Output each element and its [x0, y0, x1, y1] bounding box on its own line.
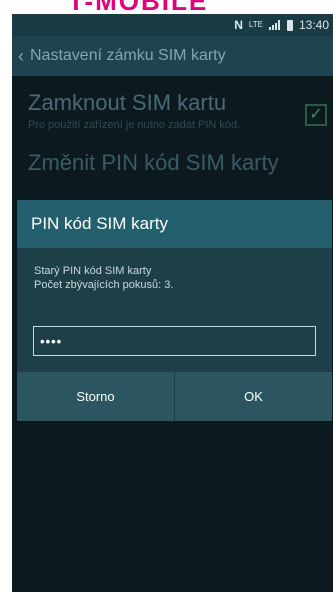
status-bar: N LTE 13:40 [12, 14, 333, 36]
status-icons: N LTE 13:40 [234, 18, 329, 32]
back-icon[interactable]: ‹ [18, 46, 24, 67]
status-time: 13:40 [298, 18, 329, 32]
signal-icon [268, 20, 281, 30]
action-bar-title: Nastavení zámku SIM karty [30, 47, 226, 64]
setting-lock-sim-title: Zamknout SIM kartu [28, 90, 227, 115]
dialog-buttons: Storno OK [17, 372, 332, 421]
cancel-button[interactable]: Storno [17, 372, 174, 421]
battery-icon [286, 19, 293, 31]
dialog-message-line2: Počet zbývajících pokusů: 3. [34, 279, 174, 291]
pin-dialog: PIN kód SIM karty Starý PIN kód SIM kart… [17, 200, 332, 421]
nfc-icon: N [234, 18, 243, 32]
setting-change-pin-title[interactable]: Změnit PIN kód SIM karty [28, 150, 279, 176]
brand-logo-strip: T-MOBILE [0, 0, 333, 14]
dialog-message: Starý PIN kód SIM karty Počet zbývajícíc… [34, 264, 173, 292]
lte-icon: LTE [248, 20, 263, 29]
pin-input[interactable] [33, 326, 316, 356]
setting-lock-sim-subtitle: Pro použití zařízení je nutno zadat PIN … [28, 119, 241, 131]
ok-button[interactable]: OK [175, 372, 332, 421]
dialog-message-line1: Starý PIN kód SIM karty [34, 265, 152, 277]
dialog-title: PIN kód SIM karty [31, 214, 168, 233]
brand-logo-text: T-MOBILE [68, 0, 208, 14]
dialog-title-bar: PIN kód SIM karty [17, 200, 332, 248]
phone-screen: N LTE 13:40 ‹ Nastavení zámku SIM karty … [12, 14, 333, 592]
action-bar: ‹ Nastavení zámku SIM karty [12, 36, 333, 76]
setting-lock-sim[interactable]: Zamknout SIM kartu Pro použití zařízení … [28, 90, 298, 132]
lock-sim-checkbox-icon[interactable]: ✓ [305, 104, 327, 126]
